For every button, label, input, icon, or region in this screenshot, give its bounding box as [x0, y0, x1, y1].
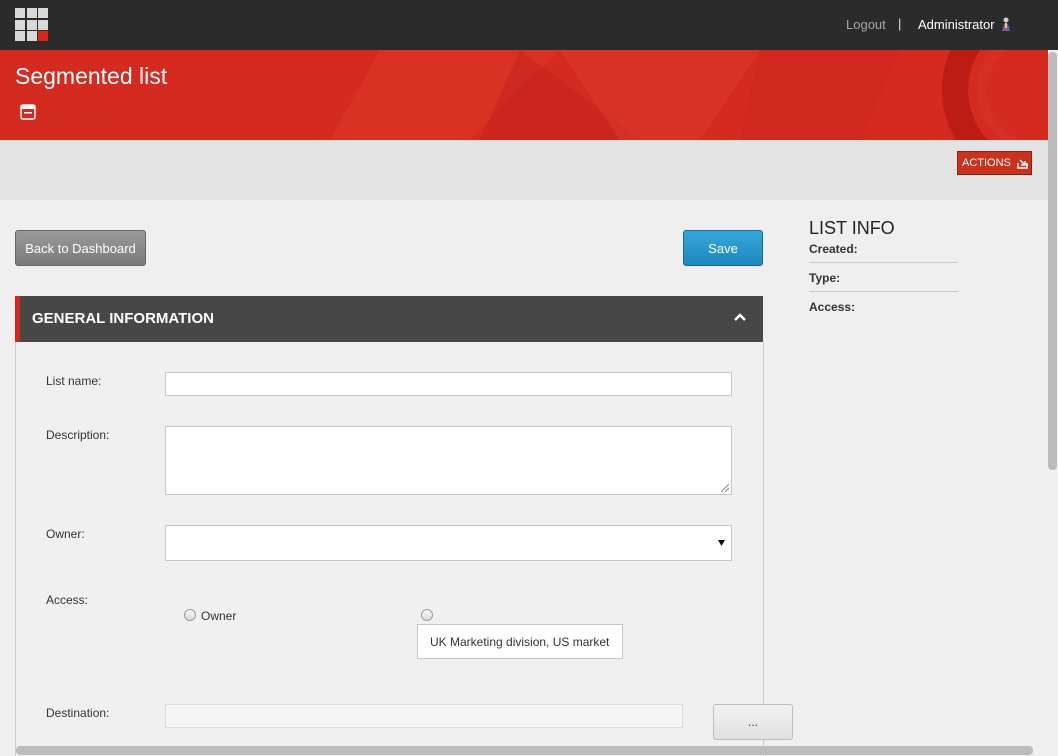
- owner-label: Owner:: [46, 527, 85, 541]
- resize-handle-icon[interactable]: [721, 484, 729, 492]
- caret-down-icon: [718, 540, 725, 546]
- vertical-scrollbar-thumb[interactable]: [1048, 52, 1057, 470]
- general-information-panel-header[interactable]: GENERAL INFORMATION: [15, 296, 763, 342]
- divider: [809, 262, 958, 263]
- page-subtitle: List manager: [44, 106, 120, 121]
- app-logo-icon[interactable]: [15, 8, 48, 41]
- list-name-label: List name:: [46, 374, 102, 388]
- access-owner-radio[interactable]: [184, 609, 196, 621]
- top-bar: Logout | Administrator: [0, 0, 1058, 50]
- user-avatar-icon[interactable]: [1000, 16, 1012, 32]
- chevron-up-icon[interactable]: [733, 312, 747, 322]
- access-info-label: Access:: [809, 300, 856, 314]
- divider: [809, 291, 958, 292]
- access-owner-label: Owner: [201, 609, 237, 623]
- destination-browse-button[interactable]: ...: [713, 704, 793, 740]
- list-info-title: LIST INFO: [809, 218, 895, 238]
- list-name-input[interactable]: [165, 372, 732, 396]
- type-label: Type:: [809, 271, 841, 285]
- back-to-dashboard-button[interactable]: Back to Dashboard: [15, 230, 146, 266]
- horizontal-scrollbar-thumb[interactable]: [16, 746, 1033, 755]
- description-textarea[interactable]: [165, 426, 732, 495]
- logout-link[interactable]: Logout: [846, 17, 886, 32]
- export-icon: [1017, 158, 1028, 169]
- created-label: Created:: [809, 242, 858, 256]
- access-roles-value: UK Marketing division, US market: [430, 635, 610, 649]
- save-button[interactable]: Save: [683, 230, 763, 266]
- user-name[interactable]: Administrator: [918, 17, 995, 32]
- access-roles-radio[interactable]: [421, 609, 433, 621]
- actions-label: ACTIONS: [962, 157, 1011, 169]
- access-label: Access:: [46, 593, 89, 607]
- page-header: Segmented list List manager: [0, 50, 1058, 140]
- topbar-separator: |: [898, 16, 902, 31]
- actions-button[interactable]: ACTIONS: [957, 151, 1032, 175]
- destination-label: Destination:: [46, 706, 110, 720]
- action-strip: ACTIONS: [0, 140, 1048, 200]
- description-label: Description:: [46, 428, 110, 442]
- access-roles-field[interactable]: UK Marketing division, US market: [417, 624, 623, 659]
- destination-input[interactable]: [165, 704, 683, 728]
- owner-select[interactable]: [165, 525, 732, 561]
- list-manager-icon: [20, 104, 36, 120]
- panel-title: GENERAL INFORMATION: [32, 310, 214, 327]
- page-title: Segmented list: [15, 63, 168, 89]
